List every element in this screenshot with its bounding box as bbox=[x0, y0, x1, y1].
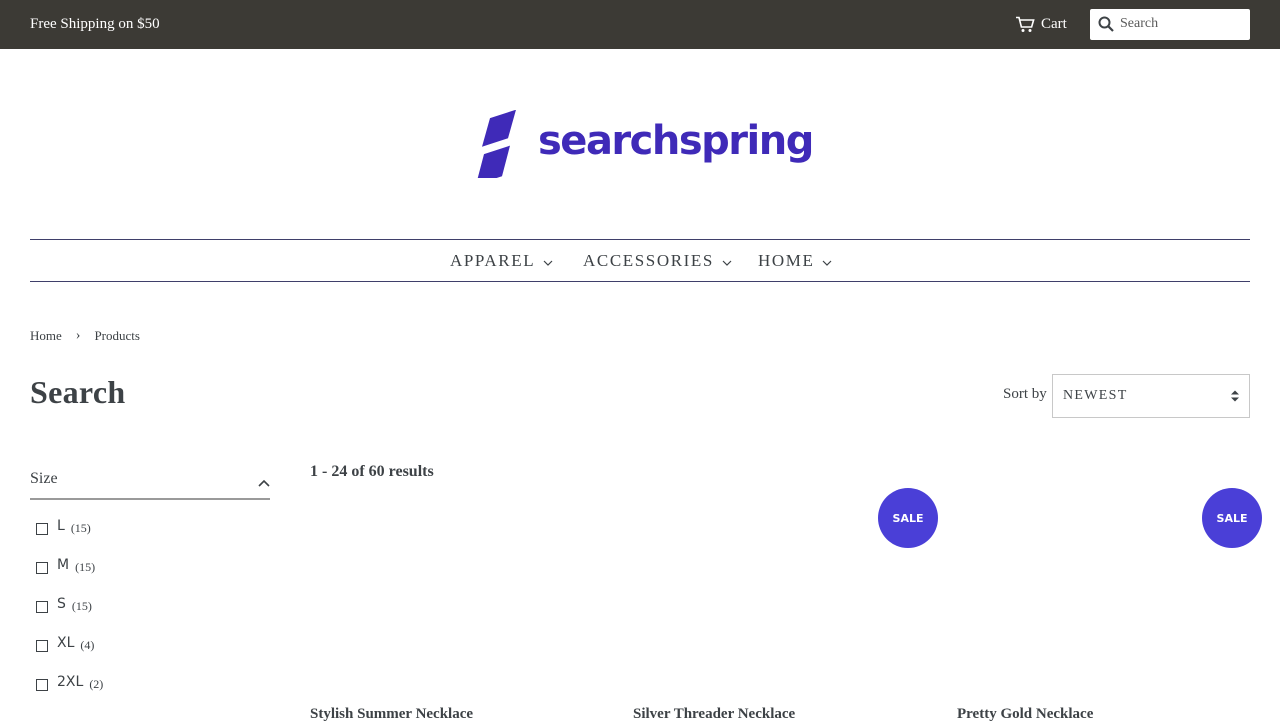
search-input[interactable] bbox=[1120, 13, 1244, 35]
select-arrows-icon bbox=[1231, 389, 1239, 408]
header-search bbox=[1090, 9, 1250, 40]
facet-title: Size bbox=[30, 470, 58, 487]
sale-badge: SALE bbox=[1202, 488, 1262, 548]
facet-option[interactable]: S (15) bbox=[36, 596, 270, 635]
nav-item-accessories[interactable]: ACCESSORIES bbox=[583, 251, 732, 271]
results-summary: 1 - 24 of 60 results bbox=[310, 463, 434, 480]
nav-item-apparel[interactable]: APPAREL bbox=[450, 251, 553, 271]
facet-option-count: (4) bbox=[80, 638, 95, 652]
checkbox[interactable] bbox=[36, 523, 48, 535]
facet-option[interactable]: 2XL (2) bbox=[36, 674, 270, 713]
site-logo[interactable]: searchspring bbox=[472, 108, 814, 180]
facet-option-count: (15) bbox=[75, 560, 96, 574]
cart-link[interactable]: Cart bbox=[1015, 14, 1067, 34]
facet-option-count: (15) bbox=[71, 599, 92, 613]
facet-option[interactable]: XL (4) bbox=[36, 635, 270, 674]
facet-option-label: L bbox=[57, 518, 65, 534]
breadcrumb-home-link[interactable]: Home bbox=[30, 328, 62, 344]
nav-item-home[interactable]: HOME bbox=[758, 251, 832, 271]
facet-option-label: S bbox=[57, 596, 66, 612]
searchspring-logo-mark bbox=[472, 110, 518, 178]
chevron-up-icon bbox=[258, 474, 270, 492]
facet-option-count: (2) bbox=[89, 677, 104, 691]
announcement-bar: Free Shipping on $50 Cart bbox=[0, 0, 1280, 49]
search-icon[interactable] bbox=[1098, 16, 1114, 37]
facet-option-count: (15) bbox=[70, 521, 91, 535]
facet-size-options: L (15) M (15) S (15) XL (4) 2XL (2) bbox=[36, 518, 270, 713]
nav-label: ACCESSORIES bbox=[583, 251, 714, 270]
chevron-down-icon bbox=[822, 251, 832, 271]
checkbox[interactable] bbox=[36, 601, 48, 613]
facet-option[interactable]: M (15) bbox=[36, 557, 270, 596]
nav-label: APPAREL bbox=[450, 251, 536, 270]
cart-icon bbox=[1015, 16, 1035, 33]
checkbox[interactable] bbox=[36, 679, 48, 691]
product-image[interactable] bbox=[310, 500, 603, 700]
breadcrumb-separator: › bbox=[75, 328, 81, 343]
main-navigation: APPAREL ACCESSORIES HOME bbox=[30, 239, 1250, 282]
facet-size-header[interactable]: Size bbox=[30, 460, 270, 500]
chevron-down-icon bbox=[543, 251, 553, 271]
sort-label: Sort by bbox=[1003, 386, 1047, 402]
sale-badge: SALE bbox=[878, 488, 938, 548]
facet-option-label: 2XL bbox=[57, 674, 84, 690]
free-shipping-promo: Free Shipping on $50 bbox=[30, 16, 160, 32]
sort-select[interactable]: NEWEST bbox=[1052, 374, 1250, 418]
checkbox[interactable] bbox=[36, 562, 48, 574]
sort-selected-value: NEWEST bbox=[1063, 388, 1128, 403]
facet-option-label: M bbox=[57, 557, 70, 573]
facet-option[interactable]: L (15) bbox=[36, 518, 270, 557]
product-title[interactable]: Silver Threader Necklace bbox=[633, 706, 795, 723]
nav-label: HOME bbox=[758, 251, 815, 270]
chevron-down-icon bbox=[722, 251, 732, 271]
page-title: Search bbox=[30, 374, 126, 410]
facet-option-label: XL bbox=[57, 635, 75, 651]
breadcrumb: Home › Products bbox=[30, 328, 140, 344]
cart-label: Cart bbox=[1041, 15, 1067, 32]
product-title[interactable]: Pretty Gold Necklace bbox=[957, 706, 1093, 723]
checkbox[interactable] bbox=[36, 640, 48, 652]
breadcrumb-current: Products bbox=[94, 328, 140, 343]
product-title[interactable]: Stylish Summer Necklace bbox=[310, 706, 473, 723]
logo-wordmark: searchspring bbox=[538, 118, 814, 164]
